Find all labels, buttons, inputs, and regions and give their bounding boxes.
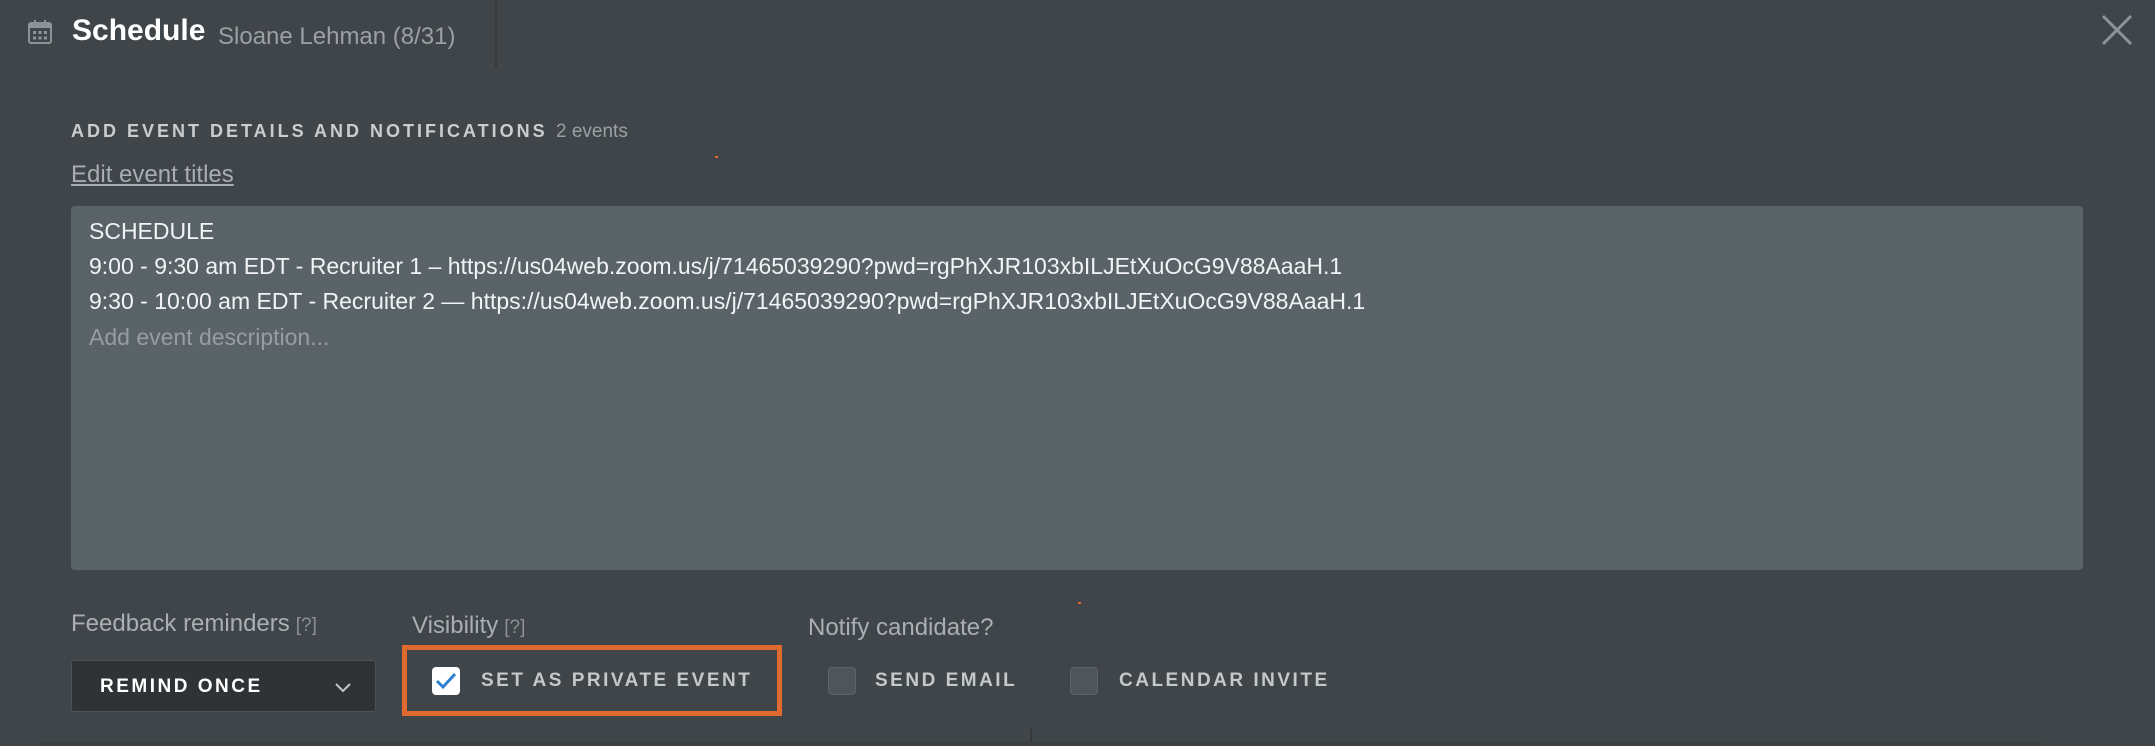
modal-header: Schedule Sloane Lehman (8/31) bbox=[0, 0, 497, 68]
description-line: SCHEDULE bbox=[89, 218, 215, 244]
feedback-help-icon[interactable]: [?] bbox=[296, 615, 317, 636]
description-line: 9:00 - 9:30 am EDT - Recruiter 1 – https… bbox=[89, 253, 1343, 279]
calendar-icon bbox=[28, 20, 52, 44]
feedback-reminders-text: Feedback reminders bbox=[71, 610, 290, 637]
feedback-reminders-label: Feedback reminders [?] bbox=[71, 610, 317, 638]
calendar-invite-label[interactable]: CALENDAR INVITE bbox=[1119, 670, 1330, 692]
divider bbox=[42, 742, 2042, 746]
visibility-help-icon[interactable]: [?] bbox=[504, 617, 525, 638]
private-event-label[interactable]: SET AS PRIVATE EVENT bbox=[481, 670, 752, 692]
chevron-down-icon bbox=[335, 683, 351, 693]
modal-title: Schedule bbox=[72, 14, 206, 47]
calendar-invite-checkbox[interactable] bbox=[1070, 667, 1098, 695]
description-line: 9:30 - 10:00 am EDT - Recruiter 2 — http… bbox=[89, 288, 1366, 314]
schedule-modal: Schedule Sloane Lehman (8/31) ADD EVENT … bbox=[0, 0, 2155, 746]
decorative-dot bbox=[715, 156, 718, 158]
visibility-text: Visibility bbox=[412, 612, 499, 639]
section-heading: ADD EVENT DETAILS AND NOTIFICATIONS bbox=[71, 121, 548, 141]
private-event-checkbox[interactable] bbox=[432, 667, 460, 695]
edit-event-titles-link[interactable]: Edit event titles bbox=[71, 161, 234, 189]
close-icon[interactable] bbox=[2097, 10, 2137, 50]
decorative-dot bbox=[1078, 602, 1081, 604]
feedback-reminders-value: REMIND ONCE bbox=[100, 676, 263, 697]
notify-candidate-label: Notify candidate? bbox=[808, 614, 994, 641]
feedback-reminders-select[interactable]: REMIND ONCE bbox=[71, 660, 376, 712]
checkmark-icon bbox=[435, 672, 457, 690]
description-placeholder: Add event description... bbox=[89, 324, 330, 350]
send-email-label[interactable]: SEND EMAIL bbox=[875, 670, 1017, 692]
send-email-checkbox[interactable] bbox=[828, 667, 856, 695]
candidate-name: Sloane Lehman (8/31) bbox=[218, 23, 456, 50]
event-description-textarea[interactable]: SCHEDULE 9:00 - 9:30 am EDT - Recruiter … bbox=[71, 206, 2083, 570]
event-count: 2 events bbox=[556, 121, 628, 142]
visibility-label: Visibility [?] bbox=[412, 612, 525, 640]
